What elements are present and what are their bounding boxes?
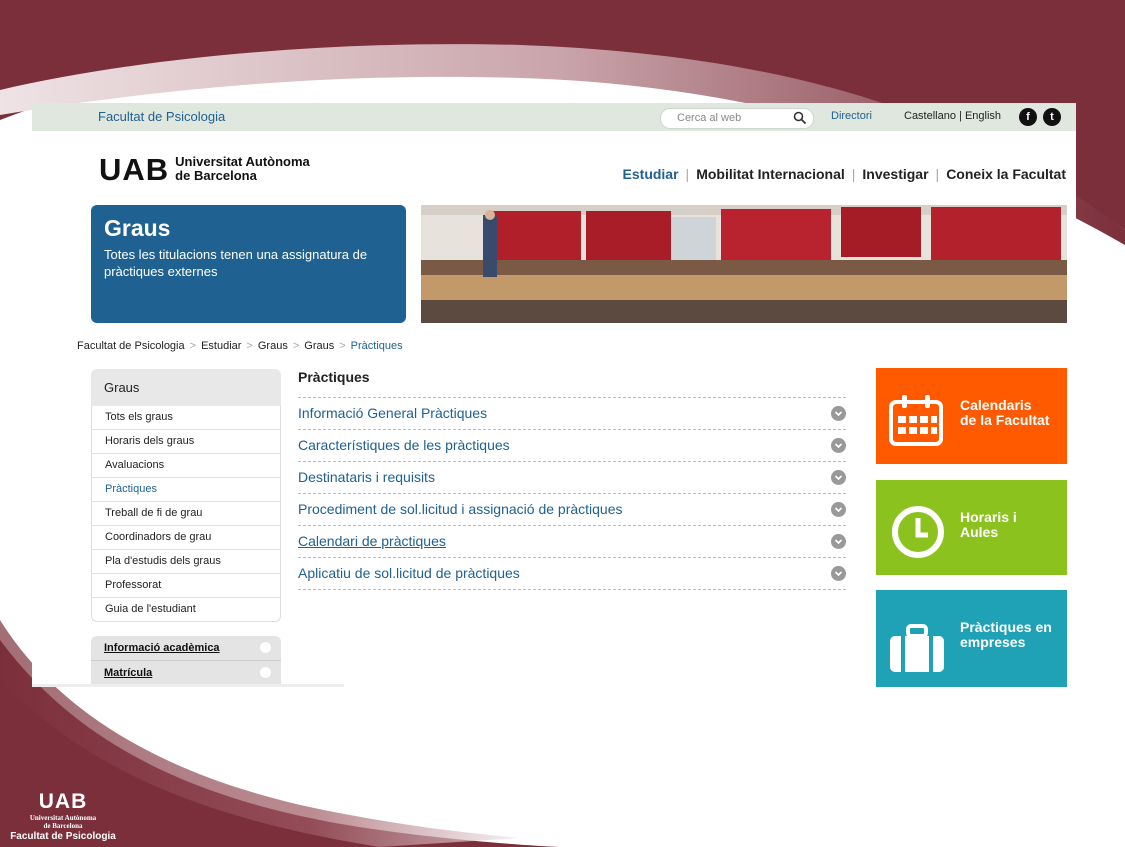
horizontal-scrollbar[interactable]: [32, 684, 344, 687]
search-placeholder: Cerca al web: [677, 112, 742, 124]
sidebar-extra: Informació acadèmica Matrícula: [91, 636, 281, 686]
clock-icon: [892, 506, 944, 558]
sidebar-list: Tots els graus Horaris dels graus Avalua…: [91, 406, 281, 622]
search-input[interactable]: Cerca al web: [660, 108, 814, 129]
sidebar-item-professorat[interactable]: Professorat: [92, 574, 280, 598]
accordion-label: Calendari de pràctiques: [298, 533, 446, 549]
accordion-label: Aplicatiu de sol.licitud de pràctiques: [298, 565, 520, 581]
accordion: Informació General Pràctiques Caracterís…: [298, 397, 846, 590]
logo-name: Universitat Autònoma de Barcelona: [175, 155, 310, 183]
hero-subtitle: Totes les titulacions tenen una assignat…: [104, 247, 368, 279]
nav-separator: |: [851, 166, 856, 182]
breadcrumb-separator: >: [246, 340, 253, 352]
sidebar-item-tots-els-graus[interactable]: Tots els graus: [92, 406, 280, 430]
nav-mobilitat[interactable]: Mobilitat Internacional: [696, 166, 845, 182]
hero-title: Graus: [104, 215, 171, 241]
breadcrumb: Facultat de Psicologia > Estudiar > Graus > Gr…: [77, 340, 403, 352]
footer-logo-mark: UAB: [38, 790, 88, 813]
footer-logo-line1: Universitat Autònoma: [29, 814, 97, 822]
facebook-icon[interactable]: f: [1019, 108, 1037, 126]
chevron-down-icon[interactable]: [831, 566, 846, 581]
accordion-item[interactable]: Característiques de les pràctiques: [298, 430, 846, 462]
accordion-item[interactable]: Aplicatiu de sol.licitud de pràctiques: [298, 558, 846, 590]
chevron-down-icon[interactable]: [831, 502, 846, 517]
tile-label-line1: Calendaris: [960, 397, 1032, 413]
accordion-item[interactable]: Informació General Pràctiques: [298, 398, 846, 430]
faculty-link[interactable]: Facultat de Psicologia: [98, 109, 225, 124]
tile-calendaris[interactable]: Calendaris de la Facultat: [876, 368, 1067, 464]
sidebar-heading: Graus: [91, 369, 281, 406]
accordion-label: Informació General Pràctiques: [298, 405, 488, 421]
accordion-item[interactable]: Destinataris i requisits: [298, 462, 846, 494]
top-bar: Facultat de Psicologia Cerca al web Dire…: [32, 103, 1076, 131]
logo-line1: Universitat Autònoma: [175, 154, 310, 169]
page-title: Pràctiques: [298, 369, 370, 385]
footer-faculty: Facultat de Psicologia: [10, 831, 116, 842]
accordion-label: Procediment de sol.licitud i assignació …: [298, 501, 623, 517]
nav-separator: |: [685, 166, 690, 182]
sidebar-matricula[interactable]: Matrícula: [91, 661, 281, 686]
breadcrumb-current: Pràctiques: [350, 340, 403, 352]
breadcrumb-separator: >: [292, 340, 300, 352]
language-links[interactable]: Castellano | English: [904, 110, 1001, 122]
sidebar-informacio-academica[interactable]: Informació acadèmica: [91, 636, 281, 661]
footer-logo: UAB Universitat Autònoma de Barcelona Fa…: [3, 790, 123, 842]
tile-practiques-empreses[interactable]: Pràctiques en empreses: [876, 590, 1067, 687]
tile-label-line1: Pràctiques en: [960, 619, 1052, 635]
twitter-icon[interactable]: t: [1043, 108, 1061, 126]
nav-estudiar[interactable]: Estudiar: [623, 166, 679, 182]
main-navigation: Estudiar | Mobilitat Internacional | Investi…: [623, 166, 1066, 182]
tile-label-line1: Horaris i: [960, 509, 1017, 525]
tile-label: Calendaris de la Facultat: [960, 398, 1049, 428]
main-content: Pràctiques Informació General Pràctiques…: [298, 369, 846, 590]
breadcrumb-separator: >: [189, 340, 197, 352]
hero-banner: Graus Totes les titulacions tenen una as…: [91, 205, 406, 323]
tile-label: Pràctiques en empreses: [960, 620, 1052, 650]
browser-screenshot: Facultat de Psicologia Cerca al web Dire…: [32, 103, 1076, 687]
breadcrumb-item[interactable]: Estudiar: [201, 340, 241, 352]
tile-label-line2: Aules: [960, 524, 999, 540]
breadcrumb-item[interactable]: Facultat de Psicologia: [77, 340, 185, 352]
sidebar-item-horaris[interactable]: Horaris dels graus: [92, 430, 280, 454]
search-icon[interactable]: [793, 111, 807, 125]
sidebar-item-treball-fi-grau[interactable]: Treball de fi de grau: [92, 502, 280, 526]
chevron-down-icon[interactable]: [831, 438, 846, 453]
breadcrumb-item[interactable]: Graus: [258, 340, 288, 352]
accordion-label: Característiques de les pràctiques: [298, 437, 510, 453]
sidebar: Graus Tots els graus Horaris dels graus …: [91, 369, 281, 686]
accordion-label: Destinataris i requisits: [298, 469, 435, 485]
accordion-item[interactable]: Procediment de sol.licitud i assignació …: [298, 494, 846, 526]
nav-investigar[interactable]: Investigar: [862, 166, 928, 182]
footer-logo-line2: de Barcelona: [43, 822, 83, 830]
briefcase-icon: [890, 624, 944, 672]
accordion-item[interactable]: Calendari de pràctiques: [298, 526, 846, 558]
sidebar-extra-label: Informació acadèmica: [104, 642, 220, 654]
tile-label: Horaris i Aules: [960, 510, 1017, 540]
uab-logo[interactable]: UAB Universitat Autònoma de Barcelona: [99, 152, 310, 187]
sidebar-item-avaluacions[interactable]: Avaluacions: [92, 454, 280, 478]
nav-separator: |: [935, 166, 940, 182]
classroom-photo: [421, 205, 1067, 323]
tile-label-line2: de la Facultat: [960, 412, 1050, 428]
sidebar-item-coordinadors[interactable]: Coordinadors de grau: [92, 526, 280, 550]
tile-horaris-aules[interactable]: Horaris i Aules: [876, 480, 1067, 575]
logo-mark: UAB: [99, 152, 170, 187]
tile-label-line2: empreses: [960, 634, 1026, 650]
chevron-down-icon[interactable]: [831, 406, 846, 421]
logo-line2: de Barcelona: [175, 168, 257, 183]
sidebar-extra-label: Matrícula: [104, 667, 153, 679]
breadcrumb-separator: >: [339, 340, 346, 352]
sidebar-item-practiques[interactable]: Pràctiques: [92, 478, 280, 502]
sidebar-item-guia-estudiant[interactable]: Guia de l'estudiant: [92, 598, 280, 621]
chevron-icon: [260, 667, 271, 678]
breadcrumb-item[interactable]: Graus: [304, 340, 334, 352]
chevron-icon: [260, 642, 271, 653]
nav-coneix[interactable]: Coneix la Facultat: [946, 166, 1066, 182]
sidebar-item-pla-estudis[interactable]: Pla d'estudis dels graus: [92, 550, 280, 574]
calendar-icon: [889, 395, 943, 446]
chevron-down-icon[interactable]: [831, 534, 846, 549]
chevron-down-icon[interactable]: [831, 470, 846, 485]
directory-link[interactable]: Directori: [831, 110, 872, 122]
